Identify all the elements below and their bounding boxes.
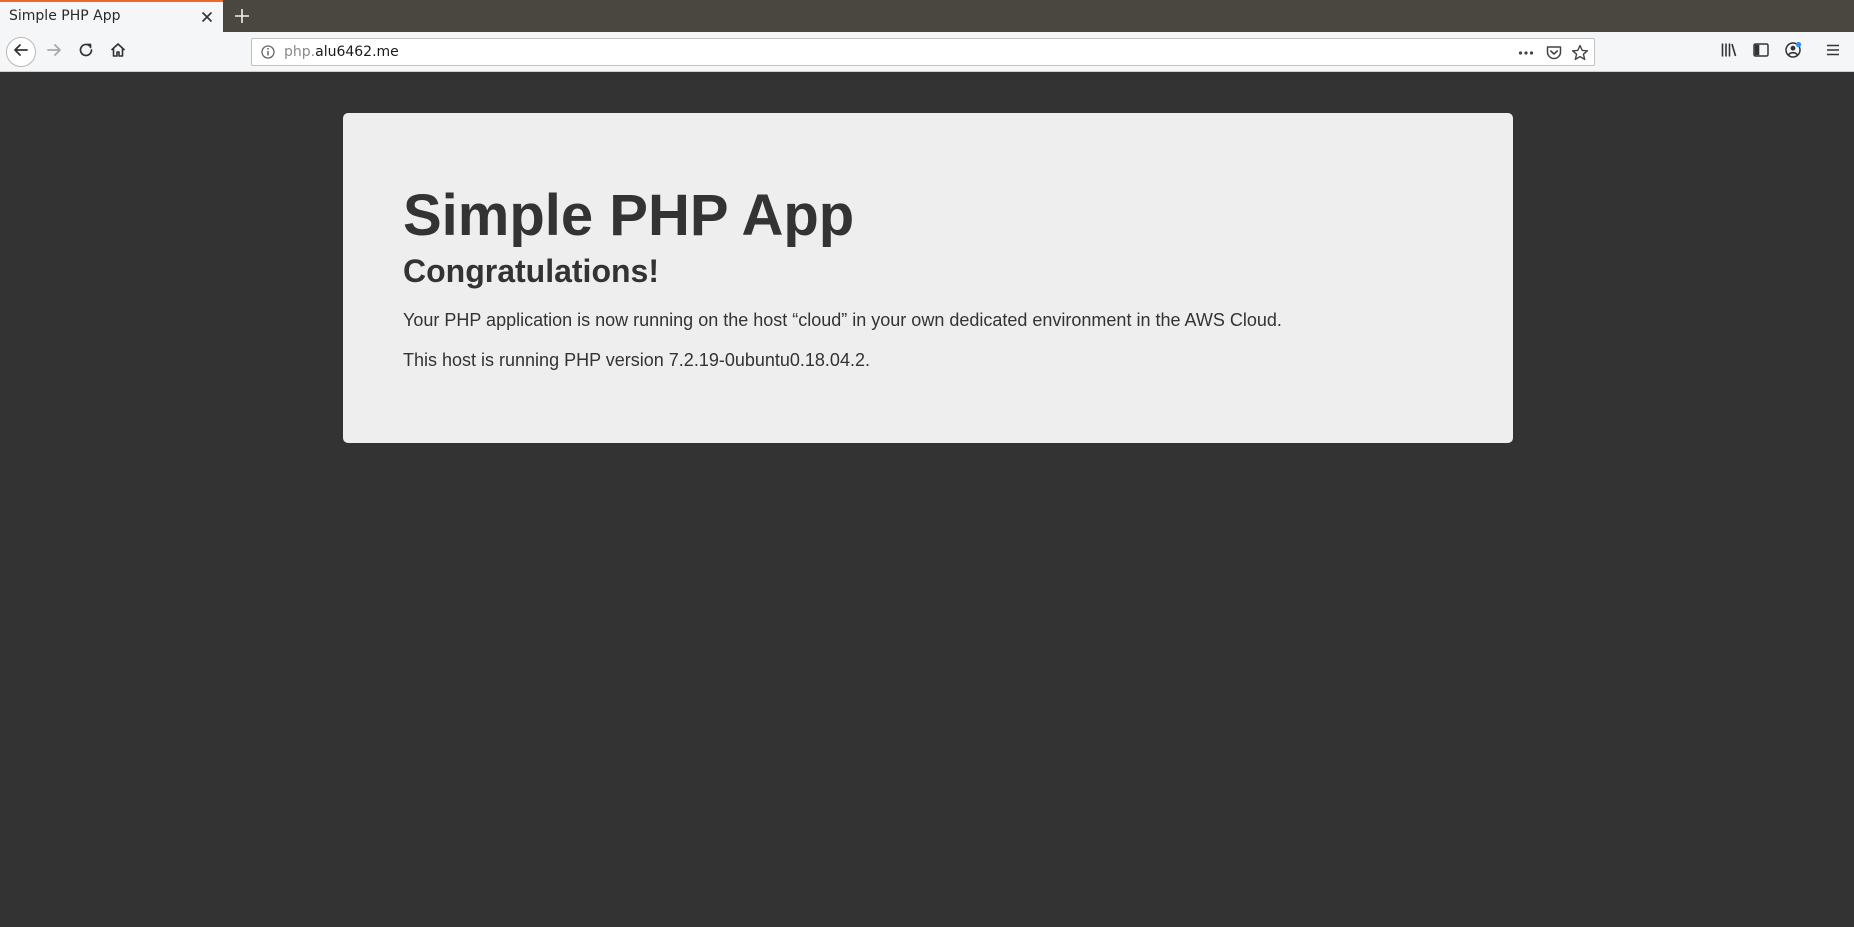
tab-title: Simple PHP App: [9, 8, 121, 24]
arrow-right-icon: [45, 41, 63, 63]
library-button[interactable]: [1715, 38, 1743, 66]
arrow-left-icon: [12, 41, 30, 63]
home-icon: [109, 41, 127, 63]
url-domain: alu6462.me: [315, 44, 399, 60]
navigation-toolbar: php.alu6462.me: [0, 32, 1854, 72]
url-subdomain: php.: [284, 44, 316, 60]
star-icon[interactable]: [1570, 43, 1590, 63]
hamburger-icon: [1823, 40, 1843, 64]
info-icon[interactable]: [260, 44, 276, 60]
tab-simple-php-app[interactable]: Simple PHP App: [0, 0, 223, 32]
pocket-icon[interactable]: [1544, 43, 1564, 63]
url-text[interactable]: php.alu6462.me: [284, 44, 399, 60]
php-version-message: This host is running PHP version 7.2.19-…: [403, 350, 870, 370]
running-message: Your PHP application is now running on t…: [403, 310, 1282, 330]
account-button[interactable]: [1779, 38, 1807, 66]
sidebar-icon: [1751, 40, 1771, 64]
library-icon: [1719, 40, 1739, 64]
reload-button[interactable]: [72, 38, 100, 66]
account-icon: [1783, 40, 1803, 64]
home-button[interactable]: [104, 38, 132, 66]
close-icon[interactable]: [198, 8, 216, 26]
page-viewport: Simple PHP App Congratulations! Your PHP…: [0, 72, 1854, 927]
url-bar[interactable]: php.alu6462.me: [251, 38, 1595, 66]
jumbotron-card: Simple PHP App Congratulations! Your PHP…: [343, 113, 1513, 443]
more-horizontal-icon[interactable]: [1516, 43, 1536, 63]
reload-icon: [77, 41, 95, 63]
back-button[interactable]: [6, 37, 36, 67]
tab-strip: Simple PHP App: [0, 0, 1854, 32]
page-subtitle: Congratulations!: [403, 253, 659, 289]
plus-icon[interactable]: [231, 5, 253, 27]
sidebar-button[interactable]: [1747, 38, 1775, 66]
menu-button[interactable]: [1819, 38, 1847, 66]
forward-button[interactable]: [40, 38, 68, 66]
page-title: Simple PHP App: [403, 183, 855, 248]
